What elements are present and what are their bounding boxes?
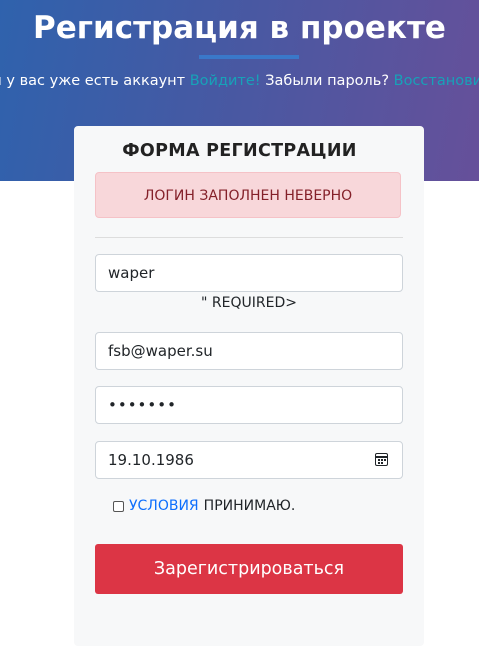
- email-input[interactable]: fsb@waper.su: [95, 332, 403, 370]
- terms-link[interactable]: УСЛОВИЯ: [129, 498, 199, 514]
- password-input[interactable]: •••••••: [95, 386, 403, 424]
- birthdate-value: 19.10.1986: [108, 451, 194, 469]
- restore-password-link[interactable]: Восстановить: [394, 73, 479, 89]
- account-question: Если у вас уже есть аккаунт: [0, 73, 186, 89]
- login-link[interactable]: Войдите!: [190, 73, 261, 89]
- terms-accept-label: ПРИНИМАЮ.: [203, 498, 296, 514]
- register-button[interactable]: Зарегистрироваться: [95, 544, 403, 594]
- required-note: " REQUIRED>: [201, 295, 297, 311]
- login-input[interactable]: waper: [95, 254, 403, 292]
- terms-row: УСЛОВИЯ ПРИНИМАЮ.: [113, 498, 295, 514]
- error-alert: ЛОГИН ЗАПОЛНЕН НЕВЕРНО: [95, 172, 401, 218]
- hero-subtitle: Если у вас уже есть аккаунт Войдите! Заб…: [0, 71, 479, 91]
- calendar-icon[interactable]: [375, 453, 388, 466]
- page-title: Регистрация в проекте: [33, 10, 446, 46]
- forgot-question: Забыли пароль?: [260, 73, 394, 89]
- birthdate-input[interactable]: 19.10.1986: [95, 441, 403, 479]
- title-underline: [199, 55, 299, 59]
- form-title: ФОРМА РЕГИСТРАЦИИ: [122, 141, 357, 161]
- divider: [95, 237, 403, 238]
- terms-checkbox[interactable]: [113, 500, 124, 512]
